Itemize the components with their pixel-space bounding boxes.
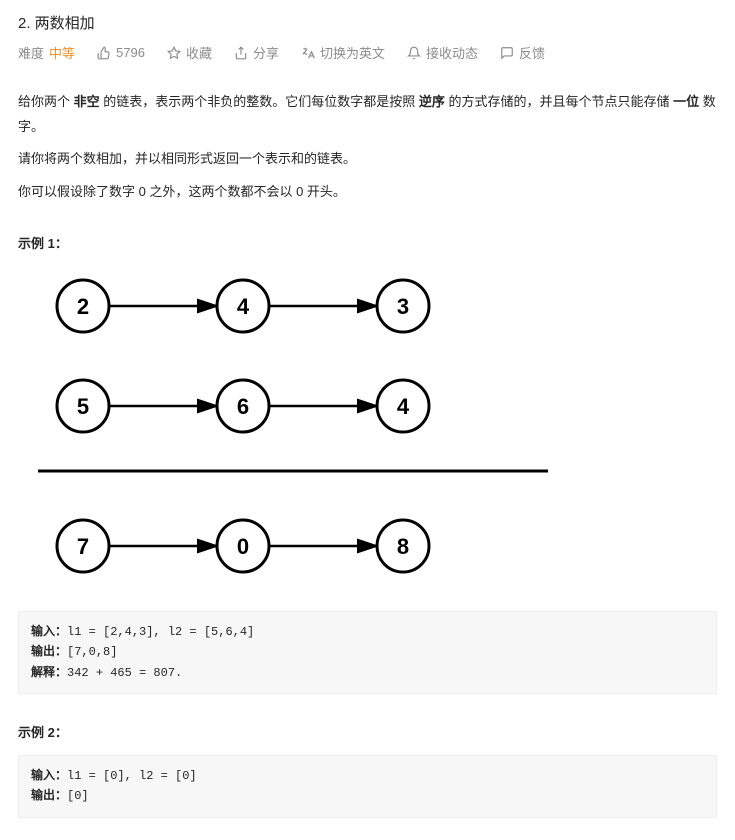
example2-code: 输入：l1 = [0], l2 = [0] 输出：[0] <box>18 755 717 818</box>
desc-p3: 你可以假设除了数字 0 之外，这两个数都不会以 0 开头。 <box>18 180 717 205</box>
example1-code: 输入：l1 = [2,4,3], l2 = [5,6,4] 输出：[7,0,8]… <box>18 611 717 694</box>
switch-language-button[interactable]: 切换为英文 <box>301 43 385 62</box>
feedback-button[interactable]: 反馈 <box>500 43 545 62</box>
node-r2-1: 5 <box>77 394 89 419</box>
node-r3-3: 8 <box>397 534 409 559</box>
node-r3-1: 7 <box>77 534 89 559</box>
example2-heading: 示例 2： <box>18 722 717 741</box>
example1-diagram: 2 4 3 5 6 4 7 0 <box>28 266 717 601</box>
share-button[interactable]: 分享 <box>234 43 279 62</box>
share-icon <box>234 46 248 60</box>
node-r1-1: 2 <box>77 294 89 319</box>
example1-heading: 示例 1： <box>18 233 717 252</box>
difficulty-label: 难度 <box>18 43 44 62</box>
feedback-label: 反馈 <box>519 43 545 62</box>
bell-icon <box>407 46 421 60</box>
likes-count: 5796 <box>116 45 145 60</box>
node-r2-3: 4 <box>397 394 410 419</box>
problem-description: 给你两个 非空 的链表，表示两个非负的整数。它们每位数字都是按照 逆序 的方式存… <box>18 90 717 205</box>
favorite-label: 收藏 <box>186 43 212 62</box>
message-icon <box>500 46 514 60</box>
node-r2-2: 6 <box>237 394 249 419</box>
thumbs-up-icon <box>97 46 111 60</box>
translate-icon <box>301 46 315 60</box>
node-r1-3: 3 <box>397 294 409 319</box>
subscribe-label: 接收动态 <box>426 43 478 62</box>
difficulty: 难度 中等 <box>18 43 75 62</box>
switch-language-label: 切换为英文 <box>320 43 385 62</box>
likes-button[interactable]: 5796 <box>97 45 145 60</box>
desc-p1: 给你两个 非空 的链表，表示两个非负的整数。它们每位数字都是按照 逆序 的方式存… <box>18 90 717 139</box>
star-icon <box>167 46 181 60</box>
node-r3-2: 0 <box>237 534 249 559</box>
node-r1-2: 4 <box>237 294 250 319</box>
desc-p2: 请你将两个数相加，并以相同形式返回一个表示和的链表。 <box>18 147 717 172</box>
problem-title: 2. 两数相加 <box>18 12 717 33</box>
subscribe-button[interactable]: 接收动态 <box>407 43 478 62</box>
difficulty-value: 中等 <box>49 43 75 62</box>
favorite-button[interactable]: 收藏 <box>167 43 212 62</box>
share-label: 分享 <box>253 43 279 62</box>
meta-row: 难度 中等 5796 收藏 分享 切换为英文 接收动态 反馈 <box>18 43 717 62</box>
